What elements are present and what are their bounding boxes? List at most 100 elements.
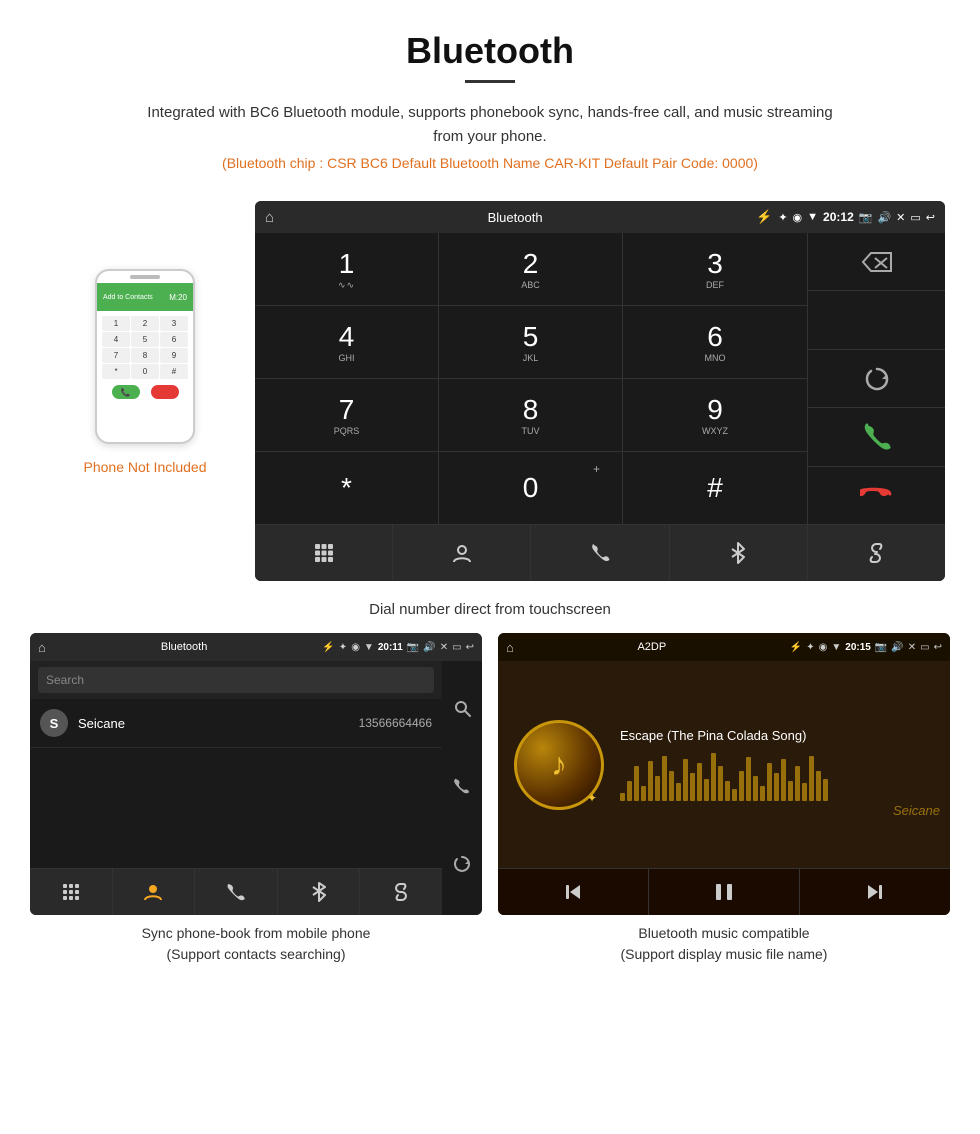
usb-icon: ⚡ <box>756 209 772 225</box>
viz-bar <box>753 776 758 801</box>
dialpad-tab[interactable] <box>255 525 393 581</box>
pb-dialpad-tab[interactable] <box>30 869 113 915</box>
phone-key: 9 <box>160 348 188 363</box>
dial-key-5[interactable]: 5 JKL <box>439 306 623 378</box>
music-song-title: Escape (The Pina Colada Song) <box>620 728 934 743</box>
phone-key: 6 <box>160 332 188 347</box>
phone-illustration: Add to Contacts M:20 1 2 3 4 5 6 7 8 9 * <box>90 261 200 451</box>
viz-bar <box>683 759 688 801</box>
dial-refresh-button[interactable] <box>808 350 945 408</box>
phone-aside: Add to Contacts M:20 1 2 3 4 5 6 7 8 9 * <box>35 201 255 475</box>
pb-search-icon[interactable] <box>453 699 471 722</box>
phone-screen-top: Add to Contacts M:20 <box>97 283 193 311</box>
dial-key-2[interactable]: 2 ABC <box>439 233 623 305</box>
viz-bar <box>767 763 772 801</box>
music-play-pause-button[interactable] <box>649 869 800 915</box>
pb-vol-icon[interactable]: 🔊 <box>423 642 435 653</box>
phone-call-button: 📞 <box>112 385 140 399</box>
phone-end-button <box>151 385 179 399</box>
pb-usb-icon: ⚡ <box>322 642 334 653</box>
viz-bar <box>718 766 723 801</box>
pb-list-area: Search S Seicane 13566664466 <box>30 661 442 915</box>
viz-bar <box>676 783 681 801</box>
viz-bar <box>816 771 821 801</box>
pb-phone-tab[interactable] <box>195 869 278 915</box>
pb-time: 20:11 <box>378 642 403 653</box>
pb-link-tab[interactable] <box>360 869 442 915</box>
pb-search-box[interactable]: Search <box>38 667 434 693</box>
dial-key-7[interactable]: 7 PQRS <box>255 379 439 451</box>
dial-key-3[interactable]: 3 DEF <box>623 233 807 305</box>
seicane-watermark: Seicane <box>893 803 940 818</box>
dial-key-8[interactable]: 8 TUV <box>439 379 623 451</box>
viz-bar <box>620 793 625 801</box>
bluetooth-tab[interactable] <box>670 525 808 581</box>
pb-call-icon[interactable] <box>453 777 471 800</box>
dial-key-1[interactable]: 1 ∿∿ <box>255 233 439 305</box>
back-icon[interactable]: ↩ <box>926 211 935 224</box>
pb-bt-icon: ✦ <box>339 642 347 653</box>
dial-screen: ⌂ Bluetooth ⚡ ✦ ◉ ▼ 20:12 📷 🔊 ✕ ▭ ↩ <box>255 201 945 581</box>
music-signal-icon: ▼ <box>831 642 841 653</box>
dial-key-9[interactable]: 9 WXYZ <box>623 379 807 451</box>
pb-bt-tab[interactable] <box>278 869 361 915</box>
pb-x-icon[interactable]: ✕ <box>440 642 448 653</box>
pb-empty-space <box>30 748 442 868</box>
pb-home-icon[interactable]: ⌂ <box>38 640 46 655</box>
music-status-bar: ⌂ A2DP ⚡ ✦ ◉ ▼ 20:15 📷 🔊 ✕ ▭ ↩ <box>498 633 950 661</box>
pb-contact-avatar: S <box>40 709 68 737</box>
pb-refresh-icon[interactable] <box>453 855 471 878</box>
dial-end-button[interactable] <box>808 467 945 524</box>
music-x-icon[interactable]: ✕ <box>908 642 916 653</box>
music-gps-icon: ◉ <box>819 642 828 653</box>
phone-speaker <box>130 275 160 279</box>
music-home-icon[interactable]: ⌂ <box>506 640 514 655</box>
music-time: 20:15 <box>845 642 871 653</box>
phone-screen-body: 1 2 3 4 5 6 7 8 9 * 0 # 📞 <box>97 311 193 406</box>
music-note-icon: ♪ <box>551 746 567 783</box>
contacts-tab[interactable] <box>393 525 531 581</box>
pb-right-icons <box>442 661 482 915</box>
close-icon[interactable]: ✕ <box>896 211 905 224</box>
dial-caption: Dial number direct from touchscreen <box>0 591 980 633</box>
camera-icon: 📷 <box>859 211 873 224</box>
pb-contacts-tab[interactable] <box>113 869 196 915</box>
phone-tab[interactable] <box>531 525 669 581</box>
pb-signal-icon: ▼ <box>364 642 374 653</box>
pb-status-bar: ⌂ Bluetooth ⚡ ✦ ◉ ▼ 20:11 📷 🔊 ✕ ▭ ↩ <box>30 633 482 661</box>
home-icon[interactable]: ⌂ <box>265 209 274 226</box>
pb-contact-row[interactable]: S Seicane 13566664466 <box>30 699 442 748</box>
phone-key: 1 <box>102 316 130 331</box>
status-time: 20:12 <box>823 210 854 224</box>
phonebook-block: ⌂ Bluetooth ⚡ ✦ ◉ ▼ 20:11 📷 🔊 ✕ ▭ ↩ S <box>30 633 482 969</box>
music-back-icon[interactable]: ↩ <box>934 642 942 653</box>
dial-call-button[interactable] <box>808 408 945 466</box>
dial-side-column <box>807 233 945 524</box>
gps-icon: ◉ <box>793 211 803 224</box>
volume-icon[interactable]: 🔊 <box>877 211 891 224</box>
dial-key-4[interactable]: 4 GHI <box>255 306 439 378</box>
viz-bar <box>746 757 751 801</box>
dial-key-star[interactable]: * <box>255 452 439 524</box>
viz-bar <box>627 781 632 801</box>
dial-key-6[interactable]: 6 MNO <box>623 306 807 378</box>
dial-key-hash[interactable]: # <box>623 452 807 524</box>
phone-key: 3 <box>160 316 188 331</box>
music-prev-button[interactable] <box>498 869 649 915</box>
music-caption: Bluetooth music compatible(Support displ… <box>498 915 950 969</box>
music-next-button[interactable] <box>800 869 950 915</box>
dial-key-0[interactable]: 0 + <box>439 452 623 524</box>
viz-bar <box>802 783 807 801</box>
link-tab[interactable] <box>808 525 945 581</box>
phone-key: 8 <box>131 348 159 363</box>
dial-main-area: 1 ∿∿ 2 ABC 3 DEF <box>255 233 807 524</box>
music-vol-icon[interactable]: 🔊 <box>891 642 903 653</box>
dial-delete-button[interactable] <box>808 233 945 291</box>
music-win-icon: ▭ <box>920 642 929 653</box>
signal-icon: ▼ <box>807 211 818 223</box>
viz-bar <box>711 753 716 801</box>
pb-title: Bluetooth <box>50 641 318 653</box>
screenshots-row: ⌂ Bluetooth ⚡ ✦ ◉ ▼ 20:11 📷 🔊 ✕ ▭ ↩ S <box>0 633 980 985</box>
pb-back-icon[interactable]: ↩ <box>466 642 474 653</box>
phone-bottom-row: 📞 <box>100 381 190 403</box>
